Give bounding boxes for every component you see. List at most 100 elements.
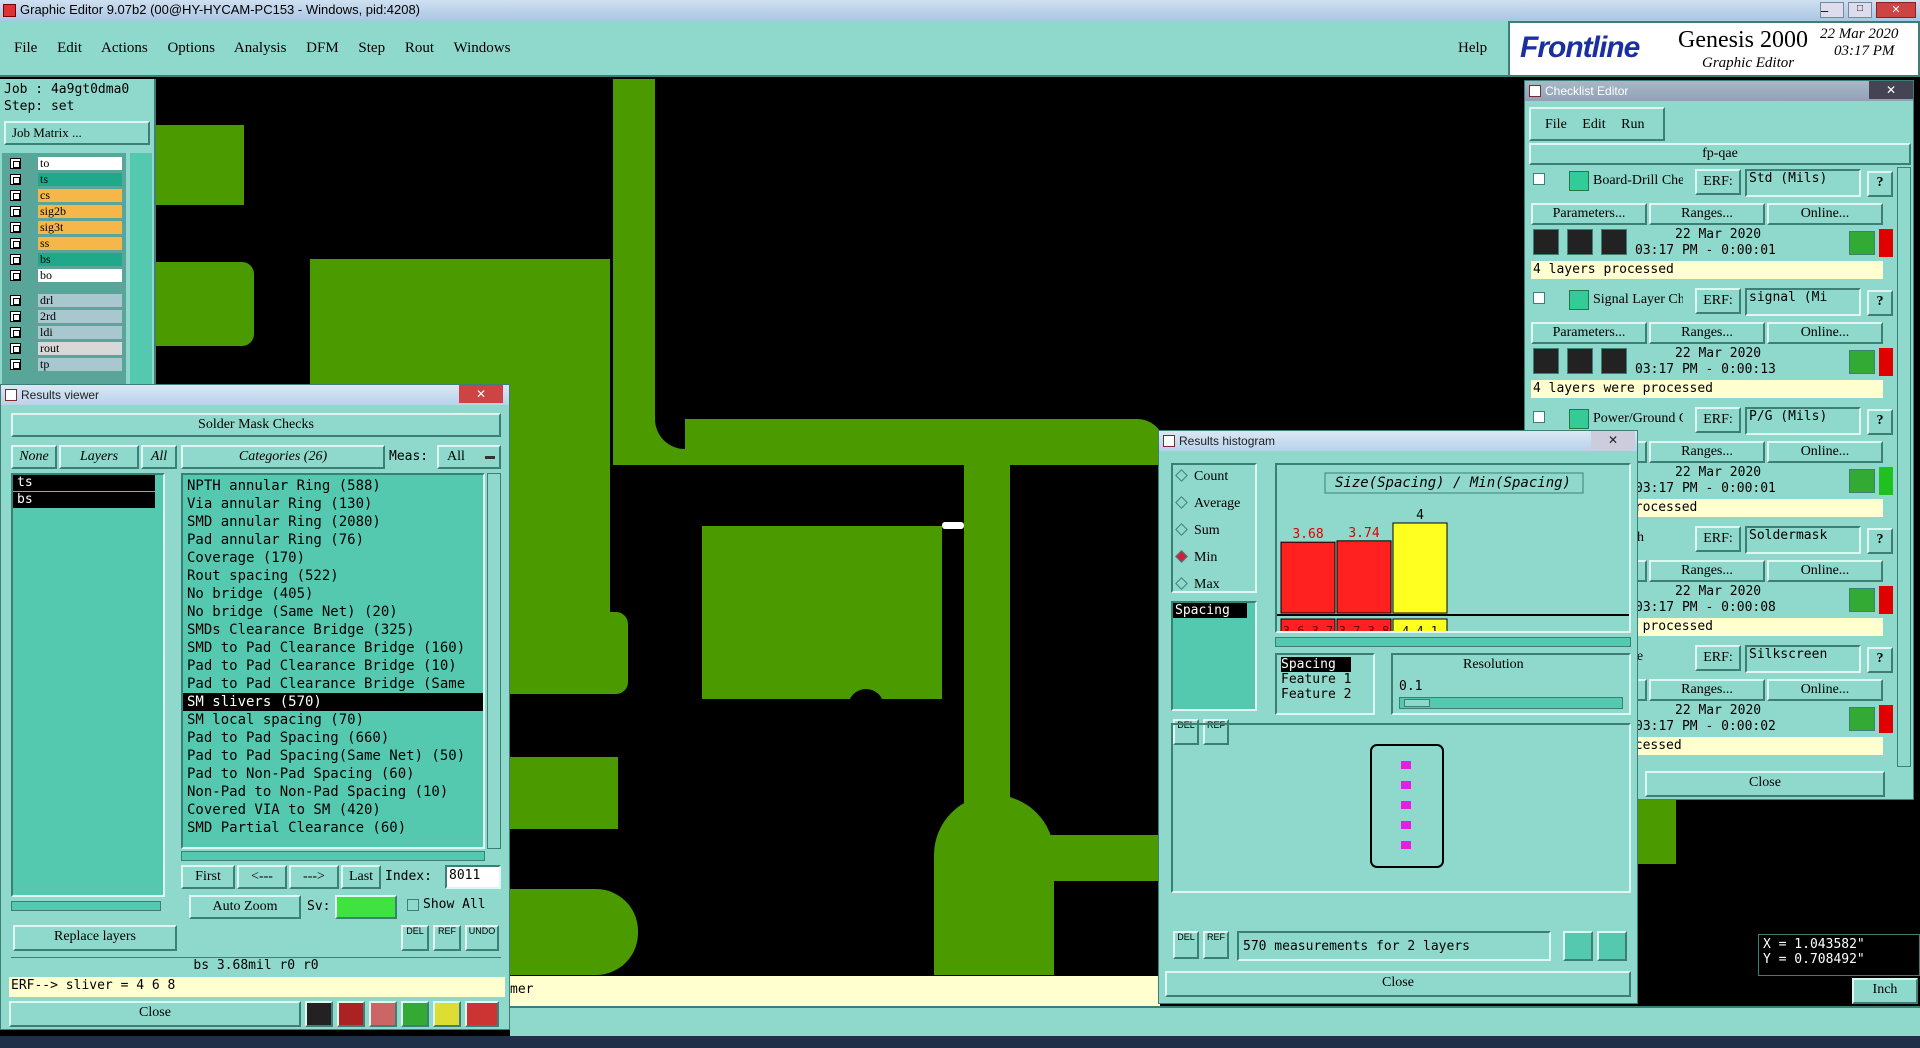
category-item[interactable]: Pad to Pad Clearance Bridge (10) [183,657,483,675]
ranges-button[interactable]: Ranges... [1649,679,1765,701]
layer-to[interactable]: to [38,157,122,170]
last-button[interactable]: Last [341,865,381,889]
measure-spacing[interactable]: Spacing [1173,603,1247,618]
layer-cs[interactable]: cs [38,189,122,202]
category-item[interactable]: SMD Partial Clearance (60) [183,819,483,837]
ref-icon[interactable]: REF [1203,931,1229,959]
all-button[interactable]: All [141,445,177,469]
close-icon[interactable]: ✕ [1591,431,1635,449]
check-enable-box[interactable] [1533,411,1545,423]
option-count[interactable]: Count [1175,469,1228,485]
zoom-icon[interactable] [1849,350,1875,374]
parameters-button[interactable]: Parameters... [1531,203,1647,225]
close-icon[interactable]: ✕ [459,385,503,403]
layer-tp[interactable]: tp [38,358,122,371]
layer-bs[interactable]: bs [38,253,122,266]
category-hscroll[interactable] [181,851,485,861]
layer-checkbox[interactable] [10,158,21,169]
category-item[interactable]: Pad to Pad Clearance Bridge (Same [183,675,483,693]
run-icon[interactable] [1533,348,1559,374]
layer-sig2b[interactable]: sig2b [38,205,122,218]
show-all-checkbox[interactable] [407,899,419,911]
menu-dfm[interactable]: DFM [306,40,339,56]
undo-icon[interactable]: UNDO [465,925,499,951]
category-item[interactable]: Covered VIA to SM (420) [183,801,483,819]
option-min[interactable]: Min [1175,550,1217,566]
online-button[interactable]: Online... [1767,560,1883,582]
close-icon[interactable]: ✕ [1869,81,1913,99]
category-item[interactable]: NPTH annular Ring (588) [183,477,483,495]
minimize-button[interactable]: – [1820,2,1844,18]
export-icon[interactable] [1563,931,1593,961]
del-icon[interactable]: DEL [1173,931,1199,959]
zoom-icon[interactable] [1849,588,1875,612]
layer-result-bs[interactable]: bs [13,492,155,508]
layer-checkbox[interactable] [10,343,21,354]
layer-checkbox[interactable] [10,174,21,185]
category-item[interactable]: Via annular Ring (130) [183,495,483,513]
ranges-button[interactable]: Ranges... [1649,441,1765,463]
layer-ts[interactable]: ts [38,173,122,186]
layer-checkbox[interactable] [10,311,21,322]
option-average[interactable]: Average [1175,496,1240,512]
chart-hscroll[interactable] [1275,637,1631,647]
replace-layers-select[interactable]: Replace layers [13,925,177,951]
ref-icon[interactable]: REF [433,925,461,951]
layer-checkbox[interactable] [10,359,21,370]
menu-options[interactable]: Options [167,40,215,56]
check-name[interactable]: Board-Drill Che [1593,173,1683,189]
results-close-button[interactable]: Close [9,1001,301,1027]
histogram-bar[interactable] [1280,541,1336,614]
ranges-button[interactable]: Ranges... [1649,560,1765,582]
layer-checkbox[interactable] [10,238,21,249]
category-item[interactable]: Rout spacing (522) [183,567,483,585]
layer-sig3t[interactable]: sig3t [38,221,122,234]
parameters-button[interactable]: Parameters... [1531,322,1647,344]
layer-2rd[interactable]: 2rd [38,310,122,323]
menu-file[interactable]: File [14,40,37,56]
histogram-bar[interactable] [1392,522,1448,614]
ranges-button[interactable]: Ranges... [1649,203,1765,225]
layers-button[interactable]: Layers [59,445,139,469]
checklist-menu-file[interactable]: File [1545,117,1567,132]
help-button[interactable]: ? [1867,290,1893,316]
close-window-button[interactable]: ✕ [1876,2,1916,18]
resolution-slider[interactable] [1399,697,1623,709]
run-icon[interactable] [1567,348,1593,374]
check-name[interactable]: Signal Layer Ch [1593,292,1683,308]
online-button[interactable]: Online... [1767,679,1883,701]
help-button[interactable]: ? [1867,528,1893,554]
erf-value[interactable]: Silkscreen [1745,645,1861,673]
checklist-menu-run[interactable]: Run [1621,117,1644,132]
auto-zoom-select[interactable]: Auto Zoom [189,895,301,919]
layer-ldi[interactable]: ldi [38,326,122,339]
check-enable-box[interactable] [1533,173,1545,185]
category-item[interactable]: SMDs Clearance Bridge (325) [183,621,483,639]
layer-bo[interactable]: bo [38,269,122,282]
layer-rout[interactable]: rout [38,342,122,355]
category-item[interactable]: Pad annular Ring (76) [183,531,483,549]
category-item[interactable]: Pad to Pad Spacing(Same Net) (50) [183,747,483,765]
checklist-close-button[interactable]: Close [1645,771,1885,797]
run-icon[interactable] [1533,229,1559,255]
del-icon[interactable]: DEL [401,925,429,951]
category-list[interactable]: NPTH annular Ring (588) Via annular Ring … [181,473,485,849]
menu-analysis[interactable]: Analysis [234,40,287,56]
units-select[interactable]: Inch [1852,978,1918,1004]
category-item[interactable]: No bridge (Same Net) (20) [183,603,483,621]
category-item[interactable]: Pad to Pad Spacing (660) [183,729,483,747]
category-item[interactable]: SM local spacing (70) [183,711,483,729]
action-icon-4[interactable] [401,1001,429,1027]
first-button[interactable]: First [181,865,235,889]
layers-hscroll[interactable] [11,901,161,911]
option-sum[interactable]: Sum [1175,523,1220,539]
category-item[interactable]: No bridge (405) [183,585,483,603]
erf-value[interactable]: signal (Mi [1745,288,1861,316]
option-max[interactable]: Max [1175,577,1220,593]
run-icon[interactable] [1567,229,1593,255]
layer-checkbox[interactable] [10,222,21,233]
online-button[interactable]: Online... [1767,441,1883,463]
measure-list[interactable]: Spacing [1171,601,1257,711]
layer-checkbox[interactable] [10,327,21,338]
sv-color-select[interactable] [335,895,397,919]
